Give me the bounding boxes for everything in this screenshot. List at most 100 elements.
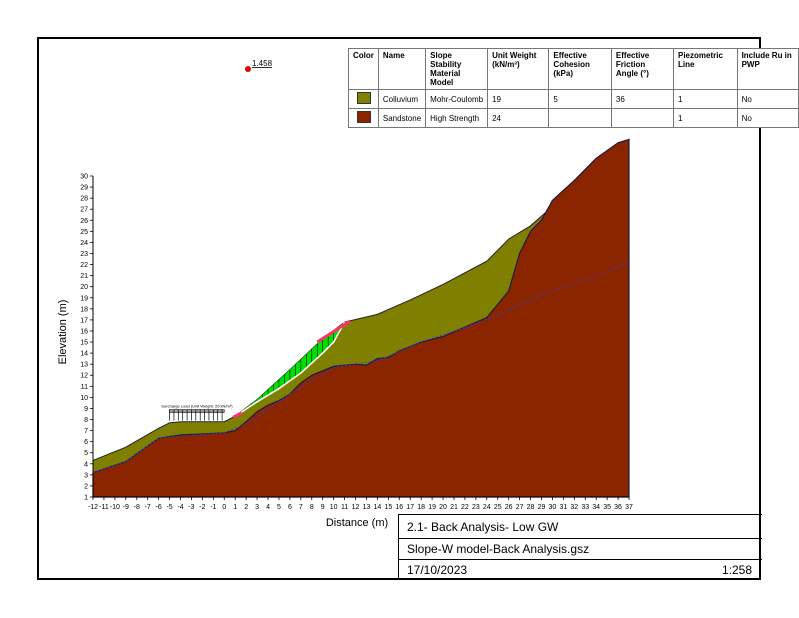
y-tick-label: 14	[80, 351, 88, 358]
x-tick-label: 21	[450, 504, 458, 511]
y-axis-label: Elevation (m)	[57, 300, 69, 365]
x-tick-label: 25	[494, 504, 502, 511]
x-tick-label: -9	[123, 504, 129, 511]
material-row-sandstone[interactable]: Sandstone High Strength 24 1 No	[348, 108, 799, 128]
y-tick-label: 12	[80, 373, 88, 380]
x-tick-label: -2	[199, 504, 205, 511]
x-tick-label: 6	[288, 504, 292, 511]
swatch-cell	[348, 89, 379, 109]
x-tick-label: -6	[156, 504, 162, 511]
y-tick-label: 30	[80, 174, 88, 181]
material-ru: No	[736, 89, 799, 109]
x-tick-label: 23	[472, 504, 480, 511]
materials-header: Color	[348, 48, 379, 90]
materials-header: Unit Weight (kN/m³)	[487, 48, 550, 90]
x-tick-label: 16	[395, 504, 403, 511]
x-axis-label: Distance (m)	[326, 517, 388, 529]
y-tick-label: 11	[81, 384, 88, 391]
x-tick-label: 1	[233, 504, 237, 511]
y-tick-label: 3	[84, 472, 88, 479]
x-tick-label: 24	[483, 504, 491, 511]
analysis-title: 2.1- Back Analysis- Low GW	[407, 519, 559, 534]
x-tick-label: 2	[244, 504, 248, 511]
scale-text: 1:258	[721, 563, 752, 577]
material-row-colluvium[interactable]: Colluvium Mohr-Coulomb 19 5 36 1 No	[348, 89, 799, 109]
x-tick-label: 26	[505, 504, 513, 511]
x-tick-label: 30	[549, 504, 557, 511]
x-tick-label: 3	[255, 504, 259, 511]
swatch-cell	[348, 108, 379, 128]
y-tick-label: 10	[80, 395, 88, 402]
y-tick-label: 9	[84, 406, 88, 413]
y-tick-label: 16	[80, 328, 88, 335]
surcharge-load: Surcharge Load (Unit Weight: 20 kN/m³)	[161, 403, 233, 421]
material-piezo: 1	[673, 89, 738, 109]
material-piezo: 1	[673, 108, 738, 128]
x-tick-label: 31	[559, 504, 567, 511]
y-tick-label: 7	[84, 428, 88, 435]
material-name: Colluvium	[377, 89, 427, 109]
x-tick-label: 34	[592, 504, 600, 511]
x-tick-label: -5	[166, 504, 172, 511]
materials-header: Effective Friction Angle (°)	[610, 48, 675, 90]
x-tick-label: 18	[417, 504, 425, 511]
x-tick-label: 7	[299, 504, 303, 511]
x-tick-label: 5	[277, 504, 281, 511]
material-ru: No	[736, 108, 799, 128]
title-row: 2.1- Back Analysis- Low GW	[398, 514, 762, 538]
x-tick-label: 10	[330, 504, 338, 511]
x-tick-label: 20	[439, 504, 447, 511]
x-tick-label: 27	[516, 504, 524, 511]
x-tick-label: 35	[603, 504, 611, 511]
date-text: 17/10/2023	[407, 563, 468, 577]
x-tick-label: 28	[527, 504, 535, 511]
date-row: 17/10/2023 1:258	[398, 559, 762, 580]
x-tick-label: 19	[428, 504, 436, 511]
material-friction: 36	[610, 89, 675, 109]
x-tick-label: 33	[581, 504, 589, 511]
x-tick-label: 0	[222, 504, 226, 511]
x-tick-label: -8	[134, 504, 140, 511]
y-tick-label: 8	[84, 417, 88, 424]
title-block: 2.1- Back Analysis- Low GW Slope-W model…	[398, 514, 762, 580]
x-tick-label: -4	[177, 504, 183, 511]
y-tick-label: 19	[80, 295, 88, 302]
material-model: High Strength	[425, 108, 489, 128]
y-tick-label: 22	[80, 262, 88, 269]
x-tick-label: 4	[266, 504, 270, 511]
material-unit-weight: 24	[487, 108, 550, 128]
y-tick-label: 4	[84, 461, 88, 468]
y-tick-label: 18	[80, 306, 88, 313]
surcharge-bar	[169, 409, 225, 413]
y-tick-label: 5	[84, 450, 88, 457]
x-tick-label: 14	[374, 504, 382, 511]
y-tick-label: 13	[80, 362, 88, 369]
slip-center-marker[interactable]	[245, 66, 251, 72]
x-tick-label: 36	[614, 504, 622, 511]
x-tick-label: 11	[341, 504, 348, 511]
y-tick-label: 26	[80, 218, 88, 225]
sandstone-swatch	[357, 111, 371, 123]
y-tick-label: 29	[80, 185, 88, 192]
materials-header: Name	[377, 48, 427, 90]
y-tick-label: 2	[84, 483, 88, 490]
file-name: Slope-W model-Back Analysis.gsz	[407, 542, 590, 556]
material-model: Mohr-Coulomb	[425, 89, 489, 109]
material-unit-weight: 19	[487, 89, 550, 109]
x-tick-label: -7	[145, 504, 151, 511]
y-tick-label: 21	[80, 273, 88, 280]
materials-header: Effective Cohesion (kPa)	[548, 48, 612, 90]
x-tick-label: 37	[625, 504, 633, 511]
y-tick-label: 20	[80, 284, 88, 291]
colluvium-swatch	[357, 92, 371, 104]
y-tick-label: 24	[80, 240, 88, 247]
x-tick-label: -12	[88, 504, 98, 511]
y-tick-label: 25	[80, 229, 88, 236]
material-name: Sandstone	[377, 108, 427, 128]
factor-of-safety-label[interactable]: 1.458	[252, 59, 273, 68]
x-tick-label: 15	[384, 504, 392, 511]
x-tick-label: -3	[188, 504, 194, 511]
material-cohesion: 5	[548, 89, 612, 109]
file-row: Slope-W model-Back Analysis.gsz	[398, 538, 762, 559]
materials-header: Slope Stability Material Model	[425, 48, 489, 90]
